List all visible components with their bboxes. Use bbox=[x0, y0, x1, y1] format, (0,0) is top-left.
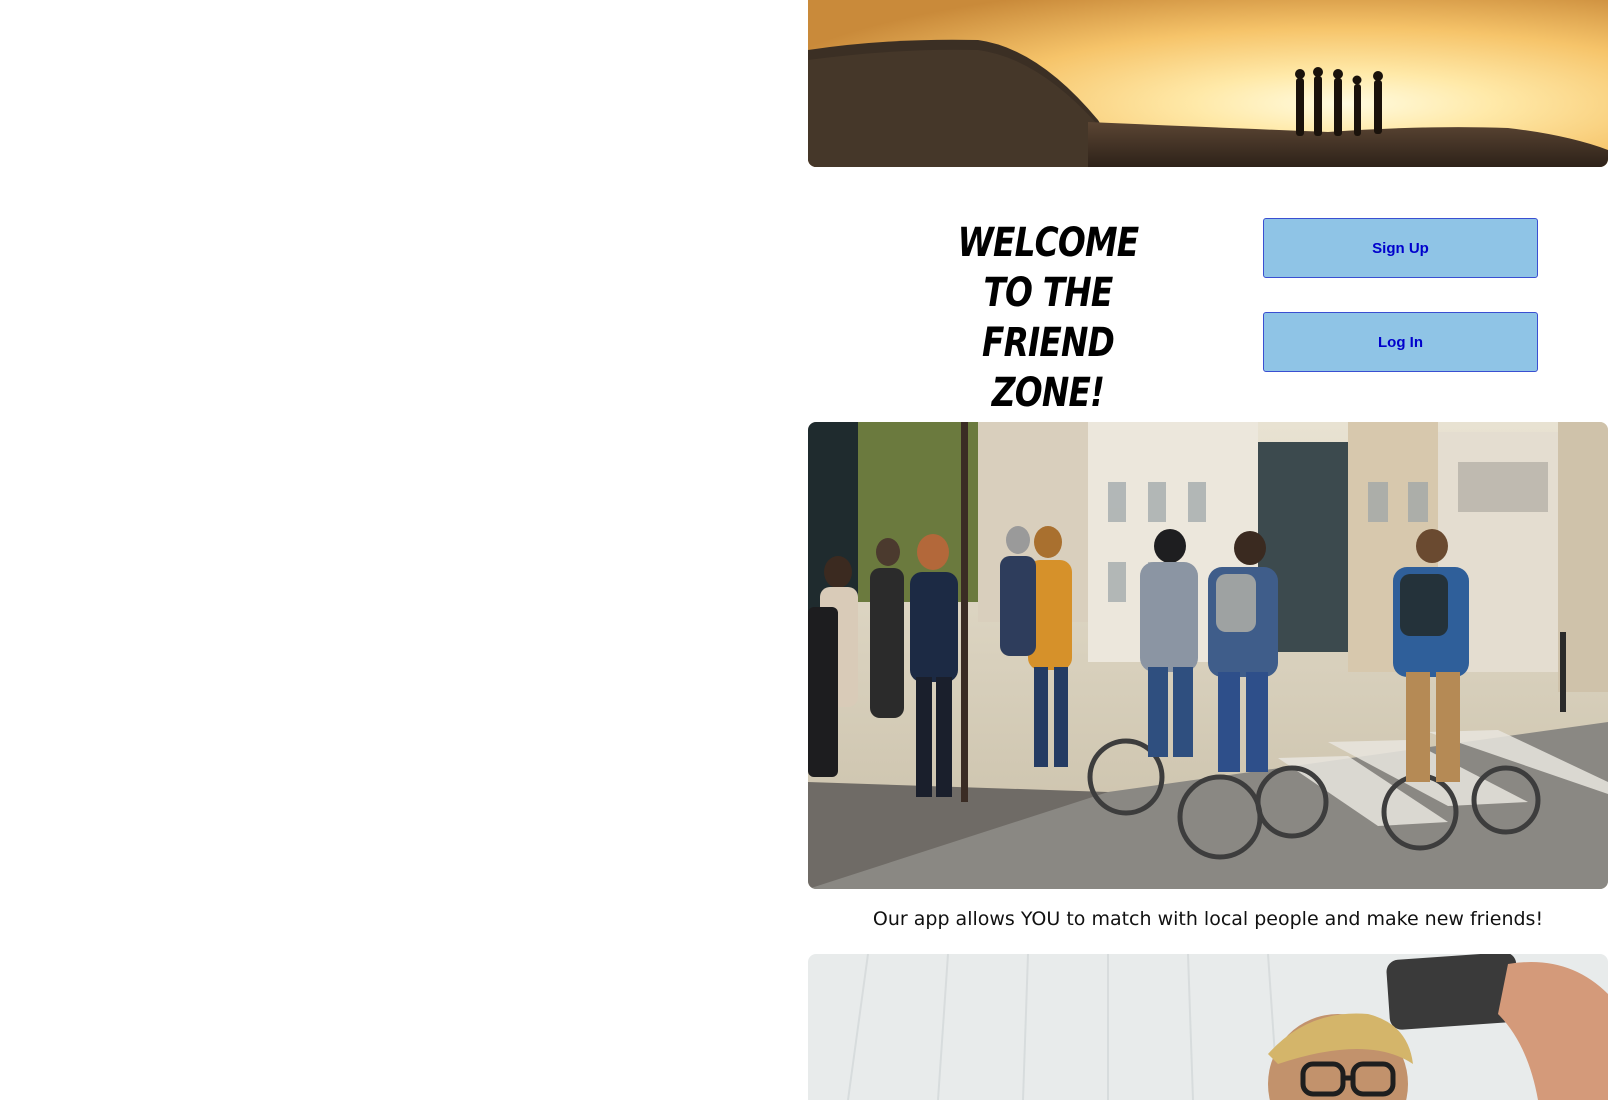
street-scene-image bbox=[808, 422, 1608, 889]
welcome-line-2: to the bbox=[983, 270, 1114, 316]
welcome-line-3: Friend Zone! bbox=[981, 320, 1115, 416]
log-in-button[interactable]: Log In bbox=[1263, 312, 1538, 372]
welcome-heading: Welcome to the Friend Zone! bbox=[933, 218, 1163, 418]
landing-column: Welcome to the Friend Zone! Sign Up Log … bbox=[808, 0, 1608, 1100]
selfie-image bbox=[808, 954, 1608, 1100]
hero-image bbox=[808, 0, 1608, 167]
sign-up-button[interactable]: Sign Up bbox=[1263, 218, 1538, 278]
welcome-line-1: Welcome bbox=[957, 220, 1140, 266]
tagline-text: Our app allows YOU to match with local p… bbox=[872, 908, 1544, 930]
